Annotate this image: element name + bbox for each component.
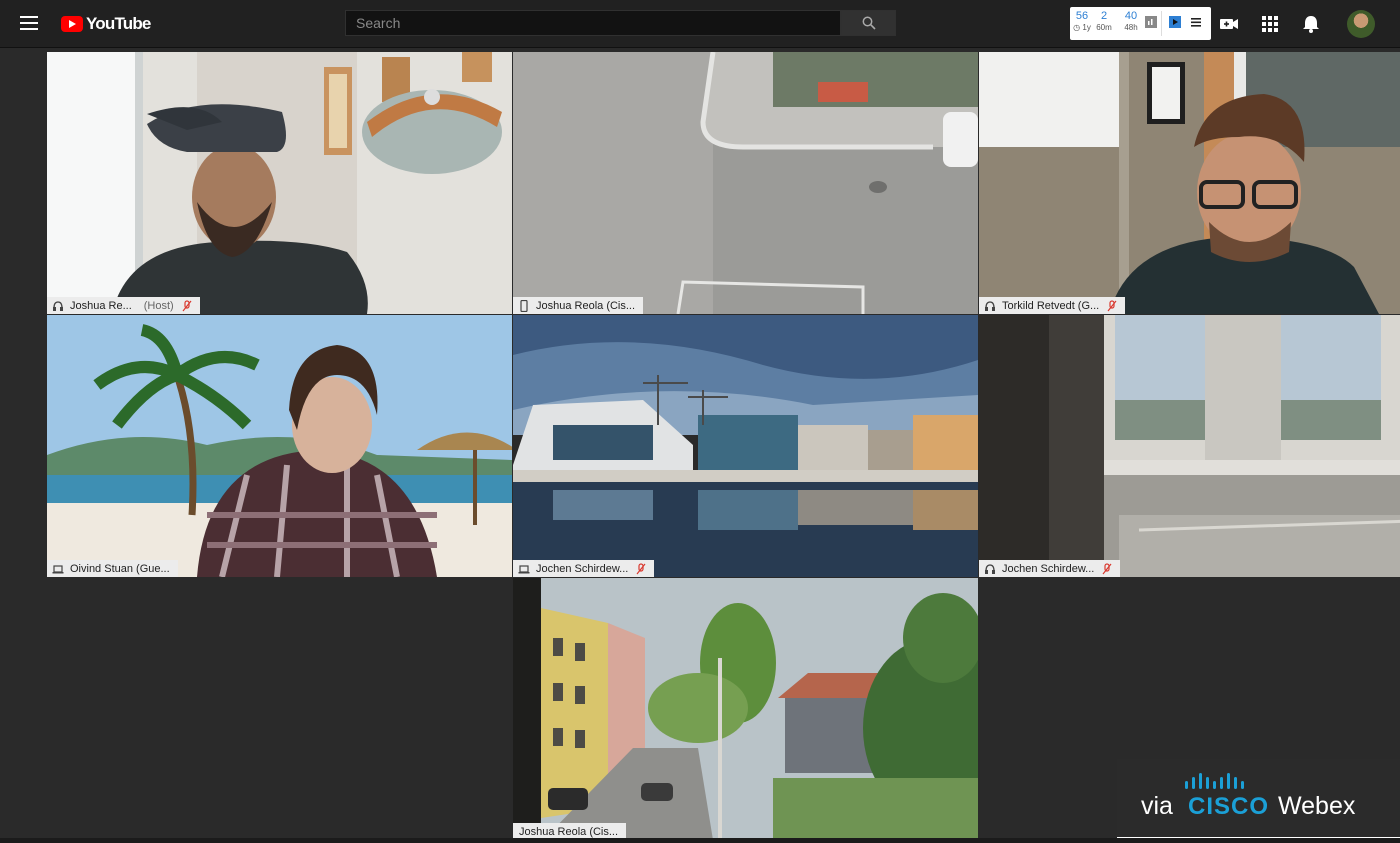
host-badge: (Host) xyxy=(143,299,174,312)
cisco-brand-text: CISCO xyxy=(1188,793,1270,820)
video-tile-jochen-headset[interactable]: Jochen Schirdew... xyxy=(979,315,1400,577)
participant-label[interactable]: Torkild Retvedt (G... xyxy=(979,297,1126,314)
participant-name: Joshua Re... xyxy=(70,299,132,312)
laptop-icon xyxy=(52,564,64,573)
participant-name: Jochen Schirdew... xyxy=(1002,562,1095,575)
muted-microphone-icon xyxy=(1107,299,1117,311)
muted-microphone-icon xyxy=(636,562,646,574)
bell-icon[interactable] xyxy=(1300,13,1322,35)
participant-video xyxy=(47,315,512,577)
video-tile-torkild[interactable]: Torkild Retvedt (G... xyxy=(979,52,1400,314)
participant-name: Joshua Reola (Cis... xyxy=(519,825,619,838)
participant-video xyxy=(979,52,1400,314)
participant-name: Torkild Retvedt (G... xyxy=(1002,299,1100,312)
stat-value: 40 xyxy=(1124,10,1138,22)
participant-label[interactable]: Joshua Reola (Cis... xyxy=(513,297,644,314)
participant-label[interactable]: Joshua Re... (Host) xyxy=(47,297,200,314)
cisco-logo-bars-icon xyxy=(1185,773,1244,789)
headset-icon xyxy=(53,300,63,311)
webex-via-text: via xyxy=(1141,792,1173,820)
stat-period: 60m xyxy=(1096,23,1112,32)
headset-icon xyxy=(985,300,995,311)
bar-chart-icon[interactable] xyxy=(1145,16,1157,28)
participant-label[interactable]: Oivind Stuan (Gue... xyxy=(47,560,178,577)
grid-icon[interactable] xyxy=(1259,13,1281,35)
top-bar: YouTube 56 ◷ 1y 2 60m 40 48h xyxy=(0,0,1400,48)
participant-name: Jochen Schirdew... xyxy=(536,562,629,575)
webex-watermark: via CISCO Webex xyxy=(1117,759,1400,843)
laptop-icon xyxy=(518,564,530,573)
phone-icon xyxy=(520,299,528,312)
participant-video xyxy=(979,315,1400,577)
video-tile-joshua-phone[interactable]: Joshua Reola (Cis... xyxy=(513,52,978,314)
webex-product-text: Webex xyxy=(1278,792,1356,820)
bottom-strip xyxy=(0,838,1400,843)
participant-label[interactable]: Jochen Schirdew... xyxy=(513,560,655,577)
search-button[interactable] xyxy=(841,10,896,36)
video-tile-oivind[interactable]: Oivind Stuan (Gue... xyxy=(47,315,512,577)
stat-value: 2 xyxy=(1100,10,1108,22)
stats-extension-widget[interactable]: 56 ◷ 1y 2 60m 40 48h xyxy=(1070,7,1211,40)
avatar[interactable] xyxy=(1347,10,1375,38)
stat-period: 48h xyxy=(1124,23,1138,32)
divider xyxy=(1161,11,1162,36)
muted-microphone-icon xyxy=(1102,562,1112,574)
youtube-play-icon xyxy=(61,16,83,32)
participant-label[interactable]: Jochen Schirdew... xyxy=(979,560,1121,577)
video-tile-joshua-host[interactable]: Joshua Re... (Host) xyxy=(47,52,512,314)
player-icon[interactable] xyxy=(1169,16,1181,28)
video-tile-joshua-street[interactable]: Joshua Reola (Cis... xyxy=(513,578,978,840)
video-camera-plus-icon[interactable] xyxy=(1218,13,1240,35)
list-menu-icon[interactable] xyxy=(1190,16,1202,28)
participant-name: Joshua Reola (Cis... xyxy=(536,299,636,312)
brand-name: YouTube xyxy=(86,14,151,33)
participant-video xyxy=(513,52,978,314)
stat-live: 2 60m xyxy=(1090,10,1118,34)
participant-name: Oivind Stuan (Gue... xyxy=(70,562,170,575)
video-tile-jochen-laptop[interactable]: Jochen Schirdew... xyxy=(513,315,978,577)
stat-48h: 40 48h xyxy=(1117,10,1145,34)
magnifier-icon xyxy=(862,16,876,30)
search-input[interactable] xyxy=(345,10,841,36)
participant-video xyxy=(513,578,978,840)
hamburger-menu-icon[interactable] xyxy=(20,16,38,30)
participant-video xyxy=(47,52,512,314)
headset-icon xyxy=(985,563,995,574)
muted-microphone-icon xyxy=(182,299,192,311)
youtube-logo[interactable]: YouTube xyxy=(61,13,151,35)
participant-video xyxy=(513,315,978,577)
